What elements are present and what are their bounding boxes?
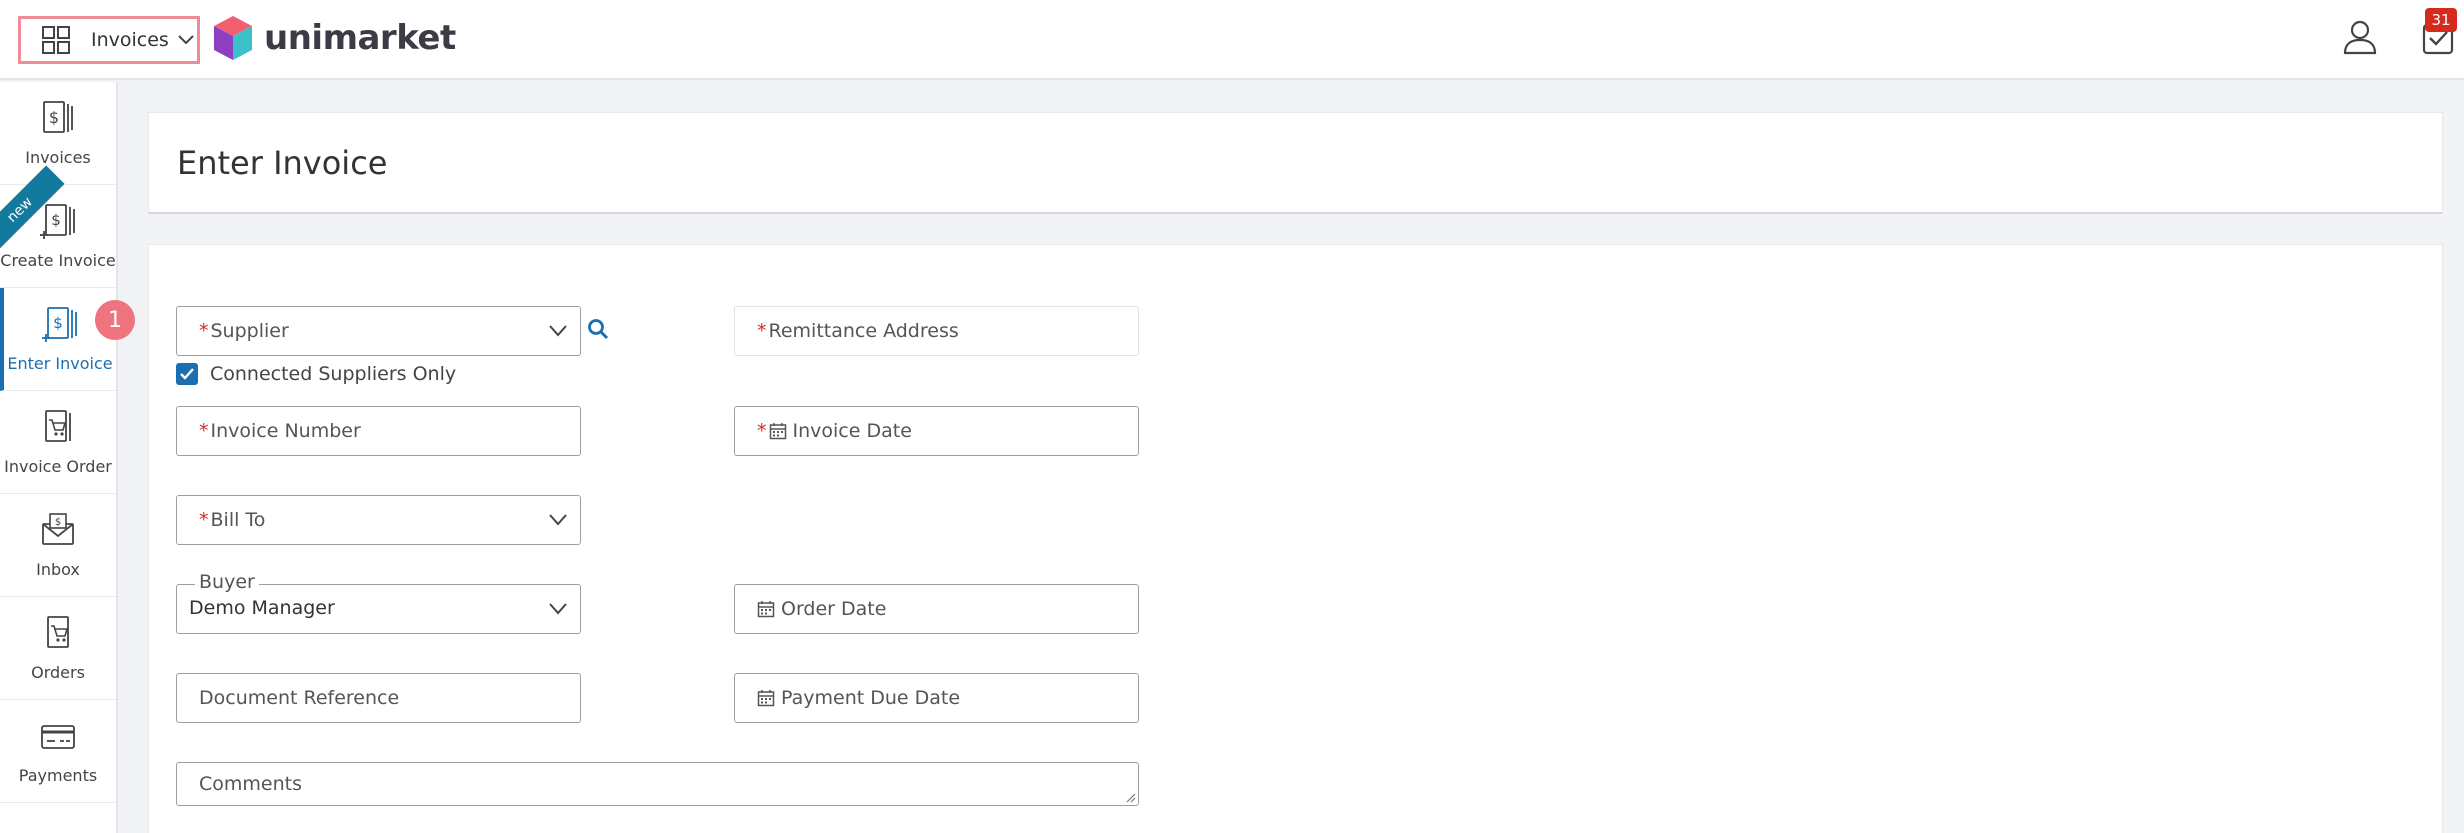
payments-icon bbox=[41, 725, 75, 749]
sidebar-item-label: Inbox bbox=[36, 560, 80, 579]
sidebar-item-label: Invoices bbox=[25, 148, 91, 167]
calendar-icon bbox=[757, 690, 775, 707]
sidebar-item-inbox[interactable]: $ Inbox bbox=[0, 494, 116, 597]
unimarket-cube-icon bbox=[214, 16, 252, 60]
invoice-date-placeholder: Invoice Date bbox=[792, 420, 912, 442]
payment-due-date-field[interactable]: Payment Due Date bbox=[734, 673, 1139, 723]
required-marker: * bbox=[199, 320, 209, 342]
required-marker: * bbox=[757, 420, 767, 442]
orders-icon bbox=[47, 616, 69, 648]
app-switcher-label: Invoices bbox=[91, 29, 169, 51]
grid-icon bbox=[42, 26, 70, 54]
required-marker: * bbox=[199, 420, 209, 442]
svg-text:$: $ bbox=[55, 517, 61, 528]
inbox-icon: $ bbox=[42, 513, 74, 545]
invoice-icon: $ bbox=[43, 101, 73, 133]
buyer-select[interactable]: Buyer Demo Manager bbox=[176, 571, 581, 634]
page-title: Enter Invoice bbox=[177, 143, 388, 182]
supplier-search-icon[interactable] bbox=[587, 318, 609, 340]
top-bar: Invoices unimarket 31 bbox=[0, 0, 2464, 80]
order-date-placeholder: Order Date bbox=[781, 598, 887, 620]
sidebar-item-create-invoice[interactable]: new $ Create Invoice bbox=[0, 165, 116, 288]
chevron-down-icon bbox=[178, 35, 194, 45]
unimarket-logo[interactable]: unimarket bbox=[212, 14, 456, 62]
chevron-down-icon bbox=[549, 514, 567, 526]
app-switcher-button[interactable]: Invoices bbox=[18, 16, 200, 64]
user-profile-icon[interactable] bbox=[2340, 17, 2380, 57]
calendar-icon bbox=[757, 601, 775, 618]
chevron-down-icon bbox=[549, 325, 567, 337]
supplier-select[interactable]: * Supplier bbox=[176, 306, 581, 356]
sidebar-item-label: Payments bbox=[18, 766, 98, 785]
svg-text:$: $ bbox=[49, 108, 59, 127]
sidebar-item-label: Orders bbox=[31, 663, 85, 682]
logo-wordmark: unimarket bbox=[264, 18, 456, 58]
buyer-label: Buyer bbox=[195, 571, 259, 593]
page-header-card: Enter Invoice bbox=[148, 112, 2443, 214]
tasks-count-badge: 31 bbox=[2425, 8, 2457, 32]
calendar-icon bbox=[769, 423, 786, 440]
sidebar-item-enter-invoice[interactable]: $ Enter Invoice bbox=[0, 288, 116, 391]
sidebar-nav: $ Invoices new $ Create Invoice $ Enter … bbox=[0, 82, 118, 833]
comments-textarea[interactable]: Comments bbox=[176, 762, 1139, 806]
required-marker: * bbox=[199, 509, 209, 531]
payment-due-date-placeholder: Payment Due Date bbox=[781, 687, 961, 709]
remittance-address-placeholder: Remittance Address bbox=[768, 320, 959, 342]
checkmark-icon bbox=[180, 368, 194, 380]
order-date-field[interactable]: Order Date bbox=[734, 584, 1139, 634]
sidebar-item-label: Create Invoice bbox=[0, 251, 116, 270]
bill-to-placeholder: Bill To bbox=[210, 509, 266, 531]
invoice-date-field[interactable]: * Invoice Date bbox=[734, 406, 1139, 456]
create-invoice-icon: $ bbox=[40, 204, 75, 239]
supplier-placeholder: Supplier bbox=[210, 320, 289, 342]
invoice-order-icon bbox=[45, 410, 71, 442]
sidebar-item-orders[interactable]: Orders bbox=[0, 597, 116, 700]
resize-handle-icon[interactable] bbox=[1124, 791, 1136, 803]
enter-invoice-icon: $ bbox=[42, 307, 77, 342]
svg-text:$: $ bbox=[53, 314, 63, 332]
sidebar-item-invoice-order[interactable]: Invoice Order bbox=[0, 391, 116, 494]
svg-text:$: $ bbox=[51, 211, 61, 229]
connected-suppliers-label: Connected Suppliers Only bbox=[210, 363, 457, 385]
document-reference-placeholder: Document Reference bbox=[199, 687, 400, 709]
sidebar-item-invoices[interactable]: $ Invoices bbox=[0, 82, 116, 185]
comments-placeholder: Comments bbox=[199, 773, 302, 795]
step-marker-badge: 1 bbox=[95, 300, 135, 340]
invoice-number-placeholder: Invoice Number bbox=[210, 420, 361, 442]
sidebar-item-payments[interactable]: Payments bbox=[0, 700, 116, 803]
sidebar-item-label: Enter Invoice bbox=[7, 354, 113, 373]
remittance-address-field[interactable]: * Remittance Address bbox=[734, 306, 1139, 356]
sidebar-item-label: Invoice Order bbox=[4, 457, 112, 476]
bill-to-select[interactable]: * Bill To bbox=[176, 495, 581, 545]
document-reference-field[interactable]: Document Reference bbox=[176, 673, 581, 723]
invoice-number-field[interactable]: * Invoice Number bbox=[176, 406, 581, 456]
buyer-value: Demo Manager bbox=[189, 597, 335, 619]
connected-suppliers-checkbox[interactable] bbox=[176, 363, 198, 385]
connected-suppliers-toggle[interactable]: Connected Suppliers Only bbox=[176, 363, 456, 385]
required-marker: * bbox=[757, 320, 767, 342]
chevron-down-icon bbox=[549, 603, 567, 615]
